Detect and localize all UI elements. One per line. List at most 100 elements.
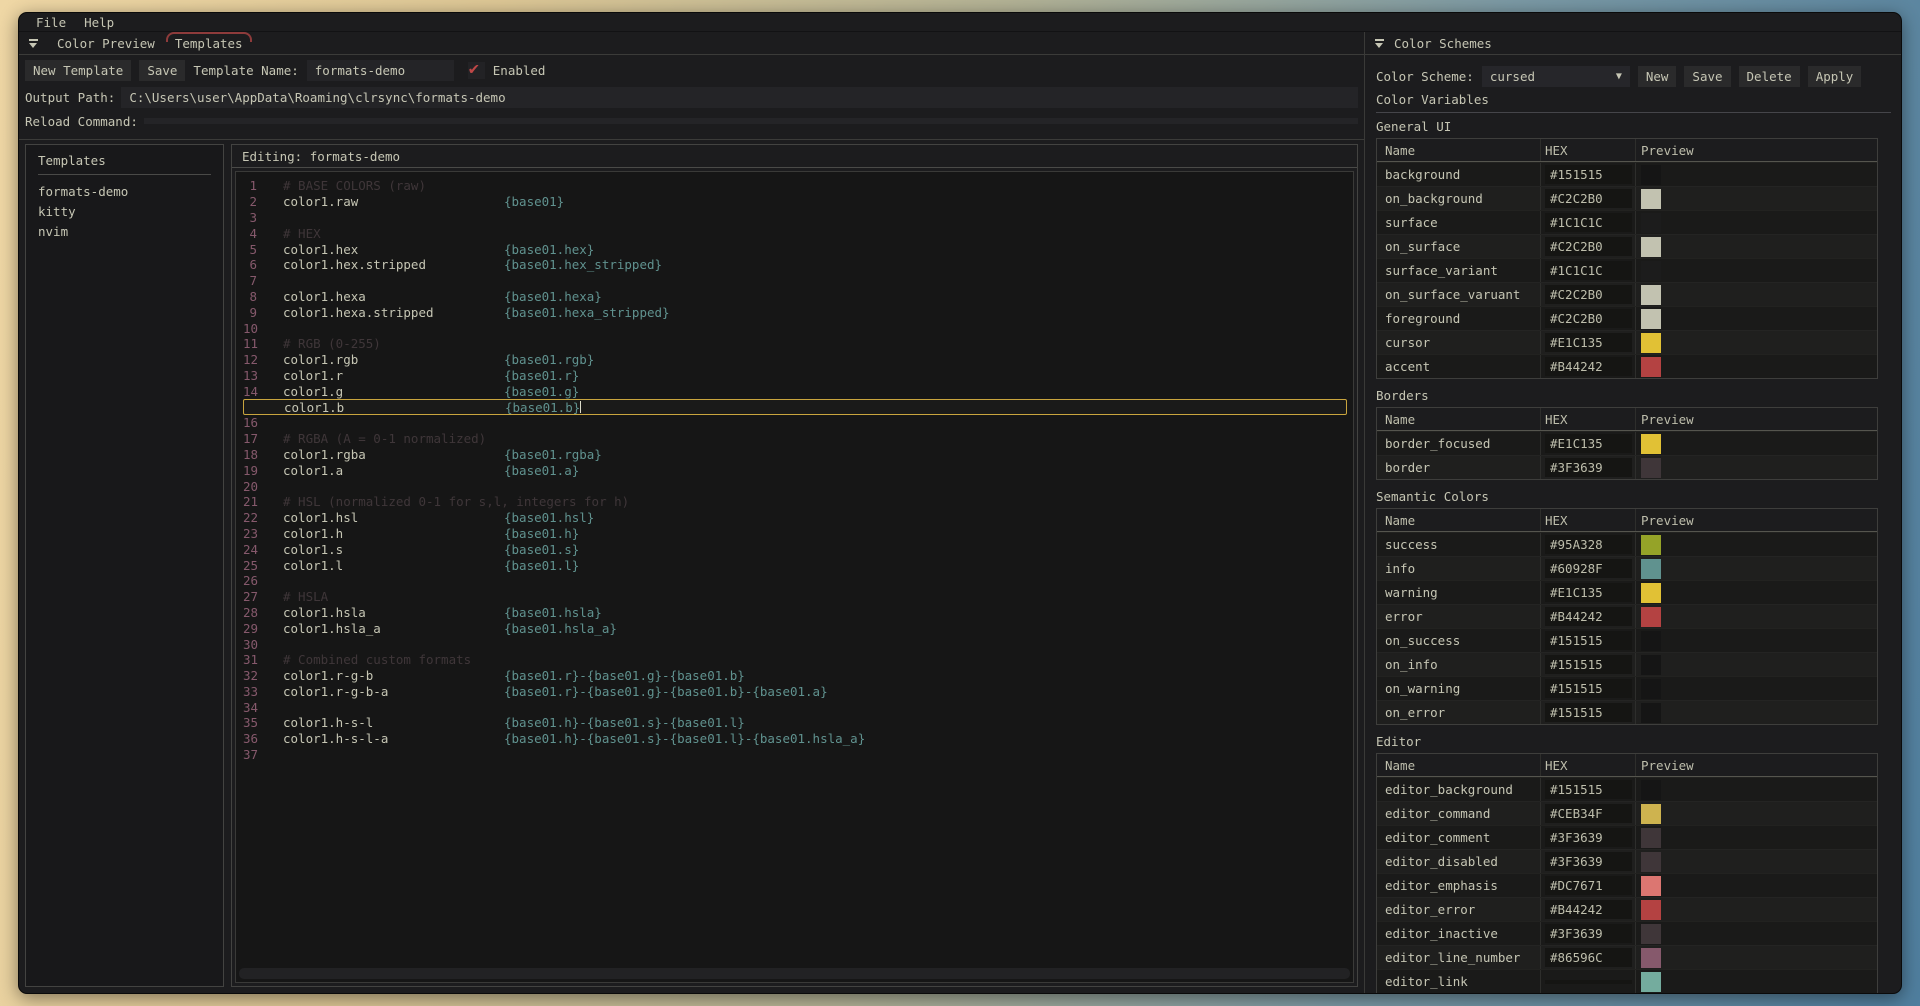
hex-input[interactable]: #1C1C1C bbox=[1545, 213, 1632, 232]
hex-input[interactable]: #E1C135 bbox=[1545, 434, 1632, 453]
editor-line[interactable]: 22color1.hsl{base01.hsl} bbox=[243, 510, 1353, 526]
hex-input[interactable]: #86596C bbox=[1545, 948, 1632, 967]
editor-line[interactable]: 7 bbox=[243, 273, 1353, 289]
color-swatch[interactable] bbox=[1641, 535, 1661, 555]
editor-active-line-input[interactable]: color1.b{base01.b} bbox=[243, 399, 1347, 415]
hex-input[interactable]: #95A328 bbox=[1545, 535, 1632, 554]
hex-input[interactable]: #60928F bbox=[1545, 559, 1632, 578]
scheme-apply-button[interactable]: Apply bbox=[1808, 66, 1862, 87]
editor-line[interactable]: 36color1.h-s-l-a{base01.h}-{base01.s}-{b… bbox=[243, 731, 1353, 747]
menu-item-file[interactable]: File bbox=[27, 15, 75, 30]
editor-line[interactable]: 29color1.hsla_a{base01.hsla_a} bbox=[243, 620, 1353, 636]
editor-line[interactable]: 9color1.hexa.stripped{base01.hexa_stripp… bbox=[243, 304, 1353, 320]
editor-line[interactable]: 23color1.h{base01.h} bbox=[243, 526, 1353, 542]
editor-line[interactable]: 28color1.hsla{base01.hsla} bbox=[243, 605, 1353, 621]
horizontal-scrollbar[interactable] bbox=[239, 968, 1350, 979]
color-swatch[interactable] bbox=[1641, 876, 1661, 896]
template-name-input[interactable]: formats-demo bbox=[307, 60, 454, 81]
color-swatch[interactable] bbox=[1641, 924, 1661, 944]
color-swatch[interactable] bbox=[1641, 972, 1661, 992]
scheme-save-button[interactable]: Save bbox=[1684, 66, 1730, 87]
color-swatch[interactable] bbox=[1641, 357, 1661, 377]
collapse-arrow-icon[interactable] bbox=[1374, 38, 1386, 49]
editor-line[interactable]: 1# BASE COLORS (raw) bbox=[243, 178, 1353, 194]
hex-input[interactable]: #151515 bbox=[1545, 679, 1632, 698]
hex-input[interactable]: #3F3639 bbox=[1545, 458, 1632, 477]
tab-templates[interactable]: Templates bbox=[165, 33, 253, 54]
color-swatch[interactable] bbox=[1641, 780, 1661, 800]
editor-line[interactable]: 31# Combined custom formats bbox=[243, 652, 1353, 668]
color-swatch[interactable] bbox=[1641, 333, 1661, 353]
color-swatch[interactable] bbox=[1641, 583, 1661, 603]
color-swatch[interactable] bbox=[1641, 458, 1661, 478]
editor-line[interactable]: 2color1.raw{base01} bbox=[243, 194, 1353, 210]
hex-input[interactable]: #DC7671 bbox=[1545, 876, 1632, 895]
hex-input[interactable]: #C2C2B0 bbox=[1545, 285, 1632, 304]
editor-line[interactable]: 13color1.r{base01.r} bbox=[243, 368, 1353, 384]
editor-line[interactable]: 30 bbox=[243, 636, 1353, 652]
hex-input[interactable]: #151515 bbox=[1545, 165, 1632, 184]
hex-input[interactable]: #1C1C1C bbox=[1545, 261, 1632, 280]
editor-line[interactable]: 25color1.l{base01.l} bbox=[243, 557, 1353, 573]
editor-line[interactable]: 19color1.a{base01.a} bbox=[243, 462, 1353, 478]
hex-input[interactable]: #E1C135 bbox=[1545, 333, 1632, 352]
color-swatch[interactable] bbox=[1641, 559, 1661, 579]
editor-line[interactable]: 4# HEX bbox=[243, 225, 1353, 241]
editor-line[interactable]: 16 bbox=[243, 415, 1353, 431]
editor-line[interactable]: 17# RGBA (A = 0-1 normalized) bbox=[243, 431, 1353, 447]
scheme-new-button[interactable]: New bbox=[1638, 66, 1677, 87]
color-swatch[interactable] bbox=[1641, 804, 1661, 824]
editor-line[interactable]: 14color1.g{base01.g} bbox=[243, 383, 1353, 399]
editor-line[interactable]: 3 bbox=[243, 210, 1353, 226]
color-swatch[interactable] bbox=[1641, 900, 1661, 920]
editor-line[interactable]: 37 bbox=[243, 747, 1353, 763]
hex-input[interactable]: #151515 bbox=[1545, 655, 1632, 674]
color-swatch[interactable] bbox=[1641, 948, 1661, 968]
collapse-arrow-icon[interactable] bbox=[28, 38, 40, 49]
save-template-button[interactable]: Save bbox=[139, 60, 185, 81]
hex-input[interactable]: #C2C2B0 bbox=[1545, 237, 1632, 256]
color-swatch[interactable] bbox=[1641, 607, 1661, 627]
editor-line[interactable]: 6color1.hex.stripped{base01.hex_stripped… bbox=[243, 257, 1353, 273]
hex-input[interactable]: #3F3639 bbox=[1545, 852, 1632, 871]
hex-input[interactable]: #151515 bbox=[1545, 780, 1632, 799]
template-list-item[interactable]: formats-demo bbox=[38, 182, 223, 202]
editor-line[interactable]: 27# HSLA bbox=[243, 589, 1353, 605]
editor-line[interactable]: 34 bbox=[243, 699, 1353, 715]
color-schemes-header[interactable]: Color Schemes bbox=[1365, 32, 1901, 55]
hex-input[interactable]: #151515 bbox=[1545, 631, 1632, 650]
hex-input[interactable]: #CEB34F bbox=[1545, 804, 1632, 823]
template-list-item[interactable]: nvim bbox=[38, 222, 223, 242]
hex-input[interactable]: #B44242 bbox=[1545, 357, 1632, 376]
editor-line[interactable]: 35color1.h-s-l{base01.h}-{base01.s}-{bas… bbox=[243, 715, 1353, 731]
editor-line[interactable]: 20 bbox=[243, 478, 1353, 494]
enabled-checkbox[interactable]: ✔ bbox=[468, 62, 485, 79]
color-swatch[interactable] bbox=[1641, 165, 1661, 185]
color-scheme-combo[interactable]: cursed ▼ bbox=[1482, 66, 1630, 87]
color-swatch[interactable] bbox=[1641, 828, 1661, 848]
hex-input[interactable]: #C2C2B0 bbox=[1545, 189, 1632, 208]
hex-input[interactable]: #3F3639 bbox=[1545, 828, 1632, 847]
hex-input[interactable]: #151515 bbox=[1545, 703, 1632, 722]
template-code-area[interactable]: 1# BASE COLORS (raw)2color1.raw{base01}3… bbox=[235, 171, 1354, 983]
editor-line[interactable]: 18color1.rgba{base01.rgba} bbox=[243, 447, 1353, 463]
hex-input[interactable]: #B44242 bbox=[1545, 607, 1632, 626]
editor-line[interactable]: 5color1.hex{base01.hex} bbox=[243, 241, 1353, 257]
color-swatch[interactable] bbox=[1641, 309, 1661, 329]
color-swatch[interactable] bbox=[1641, 237, 1661, 257]
color-swatch[interactable] bbox=[1641, 852, 1661, 872]
editor-line[interactable]: 33color1.r-g-b-a{base01.r}-{base01.g}-{b… bbox=[243, 684, 1353, 700]
editor-line[interactable]: 10 bbox=[243, 320, 1353, 336]
color-swatch[interactable] bbox=[1641, 679, 1661, 699]
hex-input[interactable]: #C2C2B0 bbox=[1545, 309, 1632, 328]
editor-line[interactable]: 21# HSL (normalized 0-1 for s,l, integer… bbox=[243, 494, 1353, 510]
editor-line[interactable]: 26 bbox=[243, 573, 1353, 589]
scheme-delete-button[interactable]: Delete bbox=[1739, 66, 1800, 87]
output-path-input[interactable]: C:\Users\user\AppData\Roaming\clrsync\fo… bbox=[121, 87, 1358, 108]
color-swatch[interactable] bbox=[1641, 703, 1661, 723]
editor-line[interactable]: 32color1.r-g-b{base01.r}-{base01.g}-{bas… bbox=[243, 668, 1353, 684]
color-swatch[interactable] bbox=[1641, 631, 1661, 651]
color-swatch[interactable] bbox=[1641, 261, 1661, 281]
hex-input[interactable]: #B44242 bbox=[1545, 900, 1632, 919]
editor-line[interactable]: 24color1.s{base01.s} bbox=[243, 541, 1353, 557]
